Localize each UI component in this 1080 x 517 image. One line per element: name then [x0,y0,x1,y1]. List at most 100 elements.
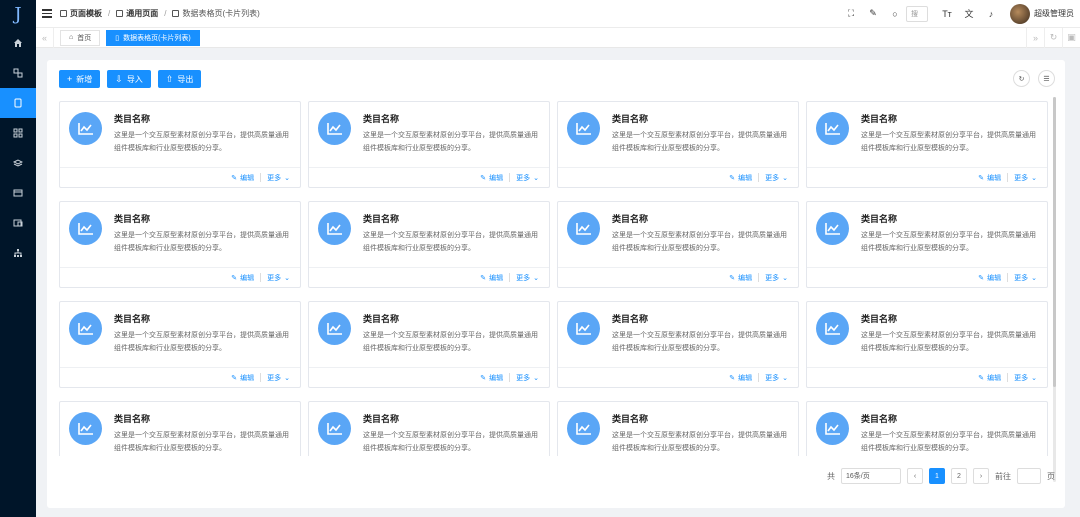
card-actions: ✎ 编辑 更多 ⌄ [60,267,300,287]
menu-toggle-icon[interactable] [42,9,52,18]
more-dropdown[interactable]: 更多 [516,273,530,283]
page-number[interactable]: 1 [929,468,945,484]
category-card[interactable]: 类目名称 这里是一个交互原型素材原创分享平台，提供高质量通用组件模板库和行业原型模… [59,101,301,188]
category-card[interactable]: 类目名称 这里是一个交互原型素材原创分享平台，提供高质量通用组件模板库和行业原型模… [557,101,799,188]
prev-page-button[interactable]: ‹ [907,468,923,484]
font-size-icon[interactable]: Tт [936,0,958,28]
edit-link[interactable]: 编辑 [987,273,1001,283]
category-card[interactable]: 类目名称 这里是一个交互原型素材原创分享平台，提供高质量通用组件模板库和行业原型模… [806,201,1048,288]
more-dropdown[interactable]: 更多 [516,173,530,183]
goto-page-input[interactable] [1017,468,1041,484]
category-card[interactable]: 类目名称 这里是一个交互原型素材原创分享平台，提供高质量通用组件模板库和行业原型模… [806,301,1048,388]
next-page-button[interactable]: › [973,468,989,484]
bell-icon[interactable]: ♪ [980,0,1002,28]
divider [260,373,262,382]
refresh-icon[interactable]: ↻ [1044,27,1062,48]
edit-icon: ✎ [978,374,985,382]
edit-link[interactable]: 编辑 [240,273,254,283]
edit-link[interactable]: 编辑 [489,273,503,283]
more-dropdown[interactable]: 更多 [267,173,281,183]
tab-card-list[interactable]: ▯ 数据表格页(卡片列表) [106,29,200,46]
category-card[interactable]: 类目名称 这里是一个交互原型素材原创分享平台，提供高质量通用组件模板库和行业原型模… [308,201,550,288]
more-dropdown[interactable]: 更多 [267,273,281,283]
chart-icon [318,312,351,345]
search-icon[interactable]: ○ [884,0,906,28]
sidebar-item-image[interactable] [0,208,36,238]
page-size-select[interactable]: 16条/页 [841,468,901,484]
edit-link[interactable]: 编辑 [489,373,503,383]
sidebar-item-sitemap[interactable] [0,238,36,268]
more-dropdown[interactable]: 更多 [765,373,779,383]
category-card[interactable]: 类目名称 这里是一个交互原型素材原创分享平台，提供高质量通用组件模板库和行业原型模… [59,201,301,288]
category-card[interactable]: 类目名称 这里是一个交互原型素材原创分享平台，提供高质量通用组件模板库和行业原型模… [806,101,1048,188]
add-button[interactable]: + 新增 [59,70,101,88]
import-button[interactable]: ⇩ 导入 [107,70,151,88]
tabs-menu-icon[interactable]: ▣ [1062,27,1080,48]
more-dropdown[interactable]: 更多 [516,373,530,383]
more-dropdown[interactable]: 更多 [1014,373,1028,383]
sidebar-item-home[interactable] [0,28,36,58]
settings-icon[interactable]: ☰ [1038,70,1055,87]
category-card[interactable]: 类目名称 这里是一个交互原型素材原创分享平台，提供高质量通用组件模板库和行业原型模… [557,201,799,288]
export-button[interactable]: ⇧ 导出 [157,70,202,88]
more-dropdown[interactable]: 更多 [1014,273,1028,283]
stack-icon [13,159,23,167]
more-dropdown[interactable]: 更多 [765,273,779,283]
scrollbar[interactable] [1053,97,1056,482]
brush-icon[interactable]: ✎ [862,0,884,28]
category-card[interactable]: 类目名称 这里是一个交互原型素材原创分享平台，提供高质量通用组件模板库和行业原型模… [308,301,550,388]
sidebar-item-window[interactable] [0,178,36,208]
breadcrumb-item[interactable]: 通用页面 [126,8,158,19]
scrollbar-thumb[interactable] [1053,97,1056,387]
edit-link[interactable]: 编辑 [240,173,254,183]
card-grid: 类目名称这里是一个交互原型素材原创分享平台，提供高质量通用组件模板库和行业原型模… [59,101,1049,456]
more-dropdown[interactable]: 更多 [1014,173,1028,183]
chart-icon [567,112,600,145]
edit-link[interactable]: 编辑 [987,373,1001,383]
search-input[interactable]: 搜 [906,5,928,22]
chart-icon [69,112,102,145]
category-card[interactable]: 类目名称 这里是一个交互原型素材原创分享平台，提供高质量通用组件模板库和行业原型模… [59,301,301,388]
home-icon [14,39,22,47]
username[interactable]: 超级管理员 [1034,8,1074,19]
breadcrumb-item[interactable]: 页面模板 [70,8,102,19]
refresh-icon[interactable]: ↻ [1013,70,1030,87]
more-dropdown[interactable]: 更多 [765,173,779,183]
sidebar-item-stack[interactable] [0,148,36,178]
edit-link[interactable]: 编辑 [987,173,1001,183]
tabs-scroll-right-icon[interactable]: » [1026,27,1044,48]
translate-icon[interactable]: 文 [958,0,980,28]
edit-link[interactable]: 编辑 [738,173,752,183]
avatar[interactable] [1010,3,1030,24]
card-description: 这里是一个交互原型素材原创分享平台，提供高质量通用组件模板库和行业原型模板的分享… [363,432,538,452]
edit-link[interactable]: 编辑 [738,373,752,383]
fullscreen-icon[interactable]: ⛶ [840,0,862,28]
divider [1007,173,1009,182]
edit-link[interactable]: 编辑 [489,173,503,183]
card-description: 这里是一个交互原型素材原创分享平台，提供高质量通用组件模板库和行业原型模板的分享… [612,132,787,152]
edit-link[interactable]: 编辑 [738,273,752,283]
sidebar-item-document[interactable] [0,88,36,118]
category-card[interactable]: 类目名称 这里是一个交互原型素材原创分享平台，提供高质量通用组件模板库和行业原型模… [59,401,301,456]
plus-icon: + [67,74,73,84]
card-description: 这里是一个交互原型素材原创分享平台，提供高质量通用组件模板库和行业原型模板的分享… [363,132,538,152]
category-card[interactable]: 类目名称 这里是一个交互原型素材原创分享平台，提供高质量通用组件模板库和行业原型模… [806,401,1048,456]
category-card[interactable]: 类目名称 这里是一个交互原型素材原创分享平台，提供高质量通用组件模板库和行业原型模… [557,301,799,388]
divider [509,273,511,282]
category-card[interactable]: 类目名称 这里是一个交互原型素材原创分享平台，提供高质量通用组件模板库和行业原型模… [308,401,550,456]
chevron-down-icon: ⌄ [284,174,290,182]
page-number[interactable]: 2 [951,468,967,484]
card-actions: ✎ 编辑 更多 ⌄ [309,267,549,287]
more-dropdown[interactable]: 更多 [267,373,281,383]
tab-home[interactable]: ⌂ 首页 [60,29,101,46]
card-title: 类目名称 [114,214,151,224]
edit-link[interactable]: 编辑 [240,373,254,383]
edit-icon: ✎ [729,374,736,382]
sidebar-item-grid[interactable] [0,118,36,148]
sidebar-item-layers[interactable] [0,58,36,88]
card-actions: ✎ 编辑 更多 ⌄ [558,167,798,187]
tabs-scroll-left-icon[interactable]: « [36,27,54,48]
category-card[interactable]: 类目名称 这里是一个交互原型素材原创分享平台，提供高质量通用组件模板库和行业原型模… [557,401,799,456]
category-card[interactable]: 类目名称 这里是一个交互原型素材原创分享平台，提供高质量通用组件模板库和行业原型模… [308,101,550,188]
chart-icon [318,112,351,145]
